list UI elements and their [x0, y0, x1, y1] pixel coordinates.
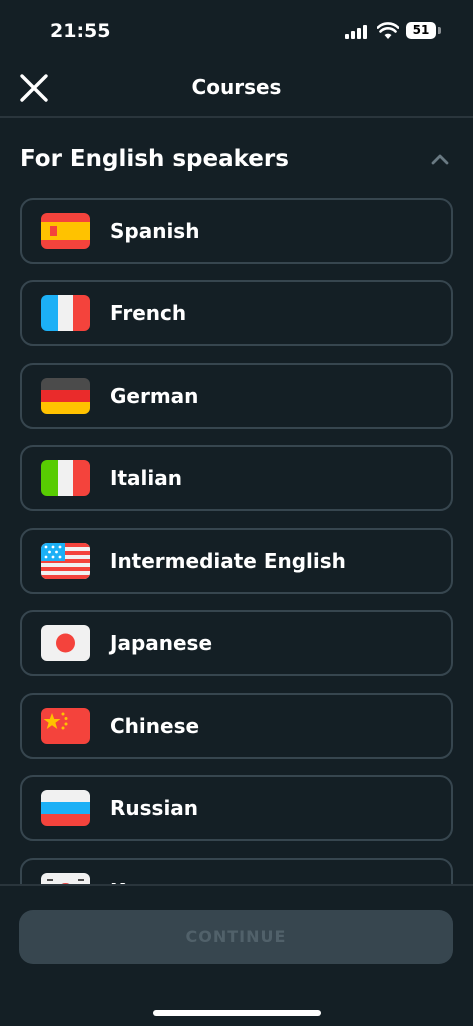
status-time: 21:55 [50, 20, 111, 42]
nav-bar: Courses [0, 60, 473, 118]
china-flag-icon [41, 708, 90, 744]
section-title: For English speakers [20, 146, 289, 172]
course-label: Korean [110, 860, 190, 884]
france-flag-icon [41, 295, 90, 331]
course-label: German [110, 384, 199, 408]
bottom-bar: CONTINUE [0, 884, 473, 1026]
course-item-chinese[interactable]: Chinese [20, 693, 453, 759]
usa-flag-icon [41, 543, 90, 579]
wifi-icon [377, 22, 399, 39]
course-item-korean[interactable]: Korean [20, 858, 453, 884]
korea-flag-icon [41, 873, 90, 884]
home-indicator [153, 1010, 321, 1016]
spain-flag-icon [41, 213, 90, 249]
course-label: French [110, 301, 187, 325]
course-item-russian[interactable]: Russian [20, 775, 453, 841]
course-label: Chinese [110, 714, 200, 738]
chevron-up-icon[interactable] [431, 152, 449, 166]
course-item-intermediate-english[interactable]: Intermediate English [20, 528, 453, 594]
course-item-italian[interactable]: Italian [20, 445, 453, 511]
course-label: Intermediate English [110, 549, 346, 573]
section-header: For English speakers [20, 146, 453, 180]
page-title: Courses [191, 75, 282, 99]
cellular-signal-icon [345, 25, 369, 39]
course-label: Italian [110, 466, 182, 490]
italy-flag-icon [41, 460, 90, 496]
course-list: Spanish French German Italian Intermedia… [20, 198, 453, 884]
course-item-french[interactable]: French [20, 280, 453, 346]
continue-button[interactable]: CONTINUE [19, 910, 453, 964]
course-label: Spanish [110, 219, 200, 243]
status-bar: 21:55 51 [0, 0, 473, 60]
battery-tip [438, 27, 441, 34]
course-label: Japanese [110, 631, 213, 655]
russia-flag-icon [41, 790, 90, 826]
germany-flag-icon [41, 378, 90, 414]
course-item-japanese[interactable]: Japanese [20, 610, 453, 676]
course-item-spanish[interactable]: Spanish [20, 198, 453, 264]
course-item-german[interactable]: German [20, 363, 453, 429]
battery-indicator: 51 [406, 22, 436, 39]
japan-flag-icon [41, 625, 90, 661]
course-label: Russian [110, 796, 199, 820]
